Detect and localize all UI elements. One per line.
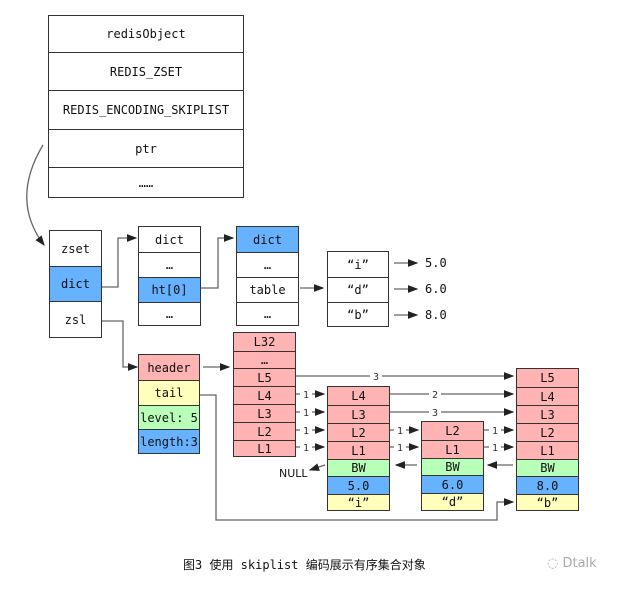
node-b-obj: “b” <box>517 494 578 510</box>
dictht-title: dict <box>237 227 298 252</box>
zskiplist-level: level: 5 <box>139 405 199 429</box>
watermark: ◌ Dtalk <box>547 556 597 571</box>
node-d-level-L2: L2 <box>422 422 483 440</box>
dict-entry-value: 5.0 <box>425 256 447 270</box>
header-level-L1: L1 <box>234 440 295 456</box>
redis-object-more: …… <box>49 167 243 197</box>
dictht-table-field: table <box>237 277 298 302</box>
dict-ellipsis-2: … <box>139 302 200 325</box>
node-i-score: 5.0 <box>328 476 389 494</box>
node-b-level-L1: L1 <box>517 441 578 459</box>
dict-entries: “i” “d” “b” <box>327 251 389 327</box>
skiplist-node-b: L5 L4 L3 L2 L1 BW 8.0 “b” <box>516 368 579 511</box>
node-i-level-L4: L4 <box>328 387 389 405</box>
zset-struct: zset dict zsl <box>49 230 102 338</box>
node-d-backward: BW <box>422 458 483 475</box>
dict-ellipsis-1: … <box>139 252 200 277</box>
span-header-L2: 1 <box>303 426 309 437</box>
zskiplist-header: header <box>139 355 199 380</box>
span-i-L4: 2 <box>432 390 438 401</box>
ht0-arrow <box>200 234 235 289</box>
skiplist-node-i: L4 L3 L2 L1 BW 5.0 “i” <box>327 386 390 511</box>
zskiplist-length: length:3 <box>139 429 199 453</box>
dict-arrow <box>101 234 138 288</box>
node-b-level-L4: L4 <box>517 387 578 405</box>
skiplist-node-d: L2 L1 BW 6.0 “d” <box>421 421 484 511</box>
span-header-L4: 1 <box>303 390 309 401</box>
ptr-arrow <box>26 144 45 247</box>
node-i-backward: BW <box>328 459 389 476</box>
span-d-L1: 1 <box>492 443 498 454</box>
dict-entry-value: 8.0 <box>425 308 447 322</box>
dictht-ellipsis-2: … <box>237 302 298 325</box>
zskiplist-struct: header tail level: 5 length:3 <box>138 354 200 454</box>
span-d-L2: 1 <box>492 426 498 437</box>
header-level-L4: L4 <box>234 386 295 404</box>
dictht-struct: dict … table … <box>236 226 299 326</box>
span-header-L3: 1 <box>303 408 309 419</box>
node-b-backward: BW <box>517 459 578 476</box>
dict-struct: dict … ht[0] … <box>138 226 201 326</box>
zsl-arrow <box>101 320 139 371</box>
dictht-ellipsis-1: … <box>237 252 298 277</box>
span-header-L5: 3 <box>373 372 379 383</box>
redis-object-ptr: ptr <box>49 129 243 167</box>
header-level-L3: L3 <box>234 404 295 422</box>
dict-entry-key: “b” <box>328 302 388 326</box>
dict-ht0-field: ht[0] <box>139 277 200 302</box>
header-level-L2: L2 <box>234 422 295 440</box>
dict-entry-key: “i” <box>328 252 388 277</box>
header-level-L32: L32 <box>234 333 295 351</box>
dict-title: dict <box>139 227 200 252</box>
span-i-L1: 1 <box>397 443 403 454</box>
redis-object-struct: redisObject REDIS_ZSET REDIS_ENCODING_SK… <box>48 15 244 198</box>
node-b-score: 8.0 <box>517 476 578 494</box>
header-level-ellipsis: … <box>234 351 295 368</box>
redis-object-title: redisObject <box>49 16 243 52</box>
header-level-L5: L5 <box>234 368 295 386</box>
node-b-level-L5: L5 <box>517 369 578 387</box>
node-d-score: 6.0 <box>422 475 483 493</box>
skiplist-header-node: L32 … L5 L4 L3 L2 L1 <box>233 332 296 457</box>
node-i-obj: “i” <box>328 494 389 510</box>
node-i-level-L2: L2 <box>328 423 389 441</box>
null-label: NULL <box>279 467 308 480</box>
figure-caption: 图3 使用 skiplist 编码展示有序集合对象 <box>183 558 426 572</box>
dict-entry-value: 6.0 <box>425 282 447 296</box>
node-b-level-L3: L3 <box>517 405 578 423</box>
backward-i <box>308 463 326 471</box>
dict-entry-key: “d” <box>328 277 388 302</box>
span-header-L1: 1 <box>303 443 309 454</box>
node-i-level-L1: L1 <box>328 441 389 459</box>
span-i-L3: 3 <box>432 408 438 419</box>
node-d-level-L1: L1 <box>422 440 483 458</box>
node-b-level-L2: L2 <box>517 423 578 441</box>
redis-object-type: REDIS_ZSET <box>49 52 243 90</box>
wechat-icon: ◌ <box>547 556 559 571</box>
node-i-level-L3: L3 <box>328 405 389 423</box>
redis-object-encoding: REDIS_ENCODING_SKIPLIST <box>49 90 243 129</box>
zskiplist-tail: tail <box>139 380 199 405</box>
node-d-obj: “d” <box>422 493 483 510</box>
zset-title: zset <box>50 231 101 266</box>
zset-zsl-field: zsl <box>50 301 101 337</box>
span-i-L2: 1 <box>397 426 403 437</box>
watermark-text: Dtalk <box>562 556 597 571</box>
zset-dict-field: dict <box>50 266 101 301</box>
